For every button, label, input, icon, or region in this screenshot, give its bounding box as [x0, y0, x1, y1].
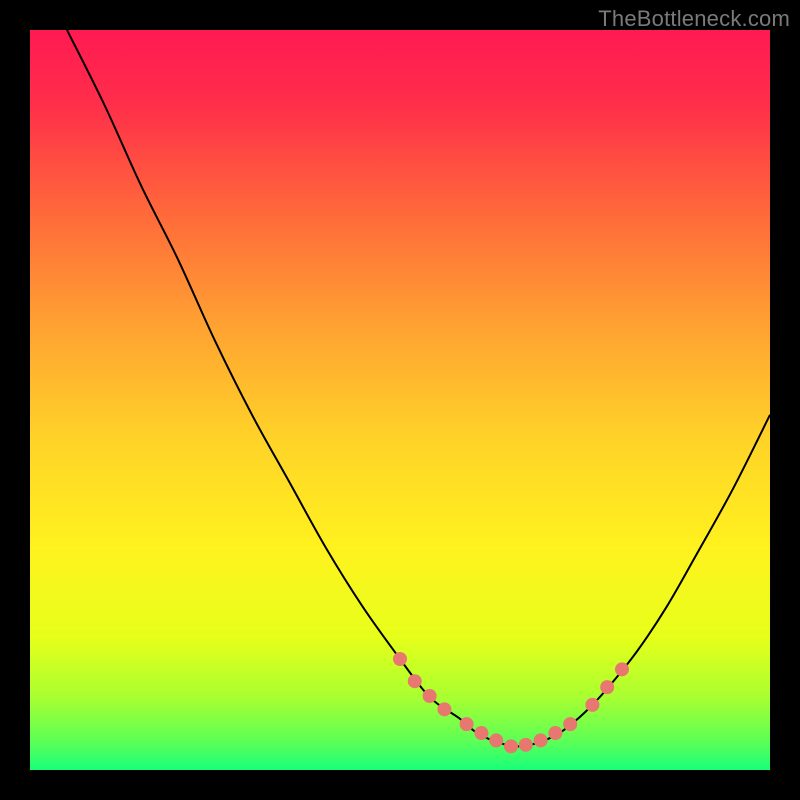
marker-point [615, 662, 629, 676]
marker-point [408, 674, 422, 688]
marker-point [548, 726, 562, 740]
chart-container: TheBottleneck.com [0, 0, 800, 800]
marker-point [563, 717, 577, 731]
marker-point [504, 739, 518, 753]
marker-point [460, 717, 474, 731]
marker-point [437, 702, 451, 716]
marker-point [585, 698, 599, 712]
marker-point [600, 680, 614, 694]
bottleneck-chart [30, 30, 770, 770]
marker-point [423, 689, 437, 703]
marker-point [534, 733, 548, 747]
marker-point [393, 652, 407, 666]
marker-point [489, 733, 503, 747]
plot-frame [30, 30, 770, 770]
marker-point [474, 726, 488, 740]
watermark-text: TheBottleneck.com [598, 6, 790, 32]
marker-point [519, 738, 533, 752]
